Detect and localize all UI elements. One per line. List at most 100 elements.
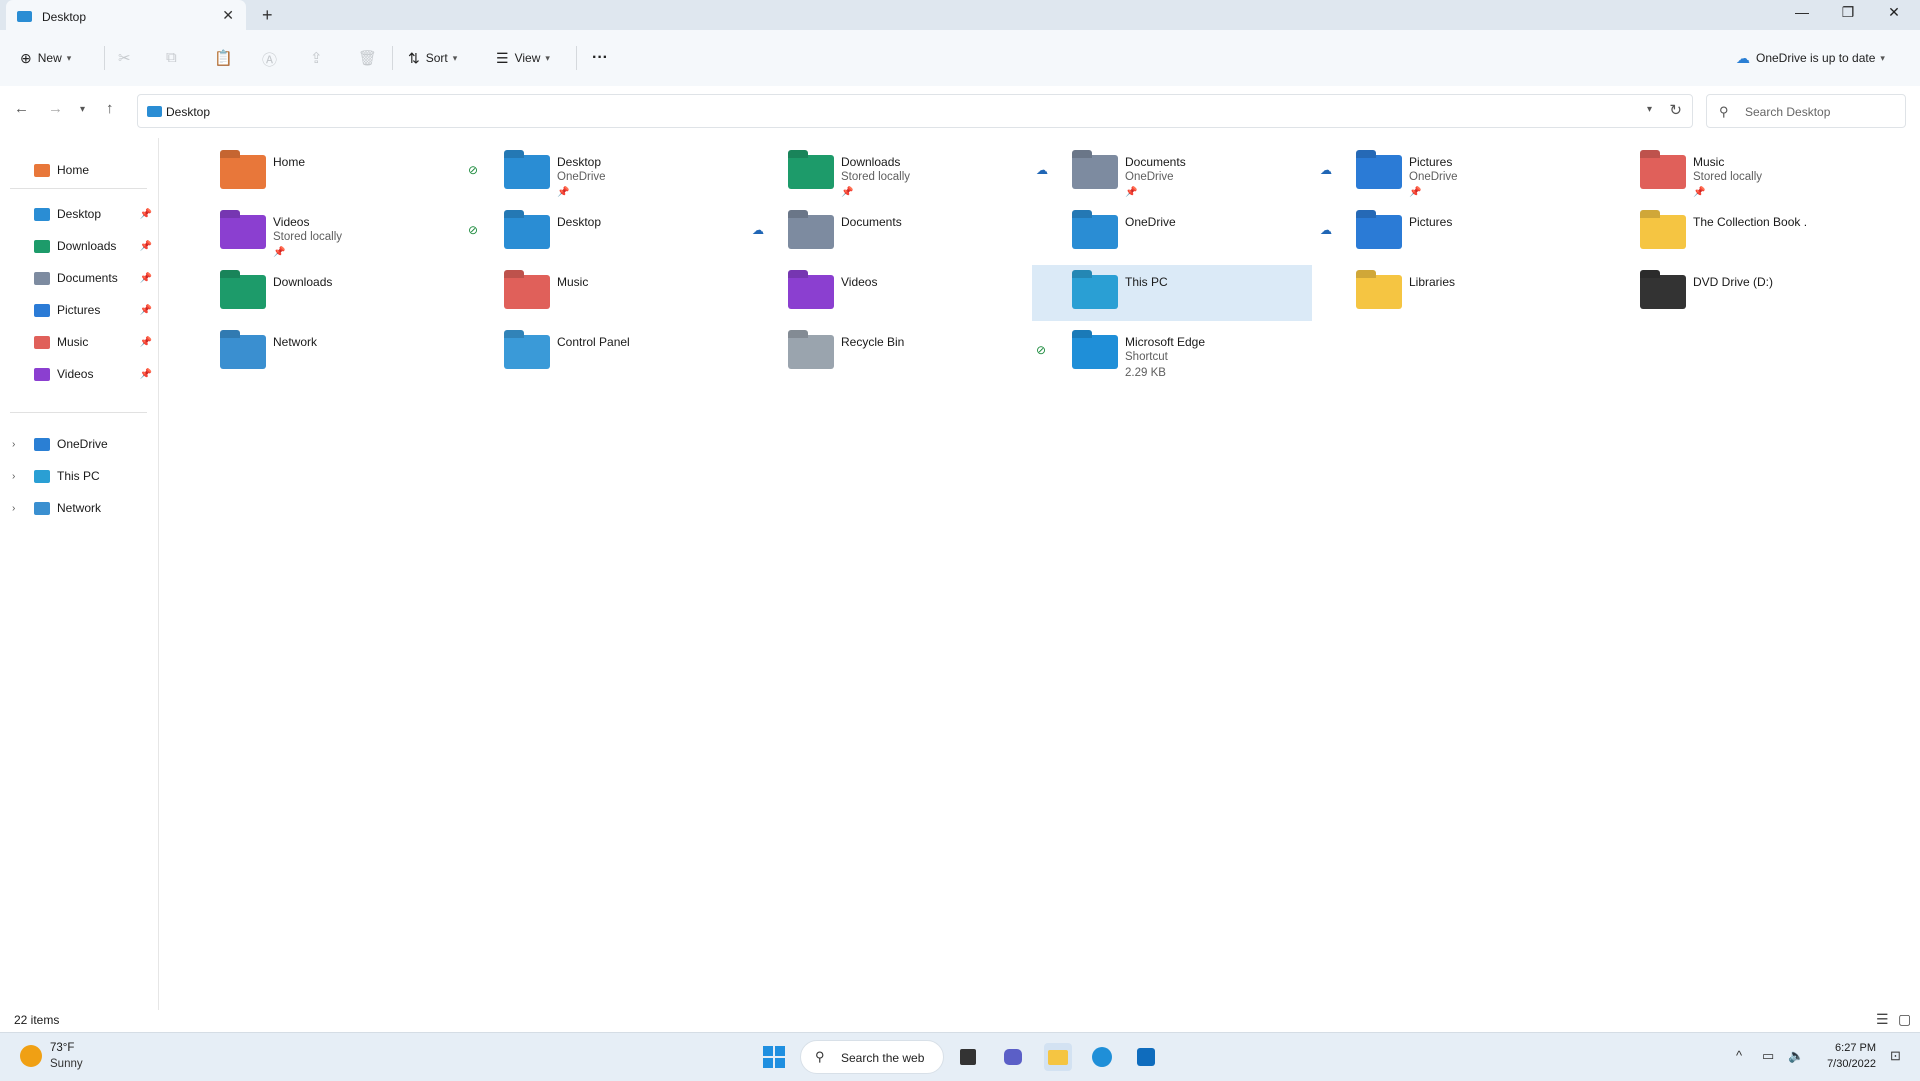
sidebar-item-this-pc[interactable]: › This PC	[0, 462, 158, 490]
view-button[interactable]: ☰ View ▾	[496, 30, 550, 86]
item-size: 2.29 KB	[1125, 367, 1166, 379]
pin-icon[interactable]: 📌	[140, 337, 152, 348]
sidebar-item-music[interactable]: Music 📌	[34, 328, 158, 356]
chevron-right-icon[interactable]: ›	[12, 439, 15, 450]
details-view-icon[interactable]: ☰	[1876, 1011, 1889, 1028]
list-item[interactable]: OneDrive	[1032, 205, 1312, 261]
copy-icon[interactable]: ⧉	[166, 49, 177, 66]
list-item[interactable]: Videos	[748, 265, 1028, 321]
address-bar[interactable]: Desktop ▾ ↻	[137, 94, 1693, 128]
documents-folder-icon	[1072, 151, 1120, 193]
list-item[interactable]: ☁ Documents OneDrive 📌	[1032, 145, 1312, 201]
restore-button[interactable]: ❐	[1826, 4, 1870, 21]
start-button[interactable]	[760, 1043, 788, 1071]
delete-icon[interactable]: 🗑	[358, 49, 377, 67]
downloads-folder-icon	[220, 271, 268, 313]
new-tab-button[interactable]: +	[262, 5, 273, 26]
list-item[interactable]: ☁ Pictures OneDrive 📌	[1316, 145, 1596, 201]
tab-desktop[interactable]: Desktop ✕	[6, 0, 246, 32]
up-arrow-icon[interactable]: ↑	[106, 100, 114, 117]
pin-icon[interactable]: 📌	[140, 273, 152, 284]
sidebar-item-label: Music	[57, 335, 89, 349]
task-view-button[interactable]	[954, 1043, 982, 1071]
control-panel-icon	[504, 331, 552, 373]
chevron-down-icon: ▾	[1880, 52, 1885, 63]
list-item[interactable]: ⊘ Microsoft Edge Shortcut 2.29 KB	[1032, 325, 1312, 381]
chat-button[interactable]	[999, 1043, 1027, 1071]
list-item[interactable]: ☁ Documents	[748, 205, 1028, 261]
sidebar-item-label: Desktop	[57, 207, 102, 221]
sidebar-item-desktop[interactable]: Desktop 📌	[34, 200, 158, 228]
edge-taskbar-button[interactable]	[1088, 1043, 1116, 1071]
list-item[interactable]: Music Stored locally 📌	[1600, 145, 1880, 201]
taskbar-search-box[interactable]: ⚲ Search the web	[800, 1040, 944, 1074]
share-icon[interactable]: ⇪	[310, 49, 323, 67]
list-item[interactable]: Videos Stored locally 📌	[180, 205, 460, 261]
notifications-icon[interactable]: ⊡	[1890, 1048, 1901, 1064]
list-item[interactable]: Downloads Stored locally 📌	[748, 145, 1028, 201]
pin-icon[interactable]: 📌	[140, 209, 152, 220]
file-explorer-taskbar-button[interactable]	[1044, 1043, 1072, 1071]
sidebar-item-pictures[interactable]: Pictures 📌	[34, 296, 158, 324]
list-item[interactable]: ☁ Pictures	[1316, 205, 1596, 261]
list-item[interactable]: Downloads	[180, 265, 460, 321]
list-item[interactable]: Recycle Bin	[748, 325, 1028, 381]
recent-locations-chevron-icon[interactable]: ▾	[80, 104, 85, 115]
sidebar-item-downloads[interactable]: Downloads 📌	[34, 232, 158, 260]
network-status-icon[interactable]: ▭	[1762, 1048, 1774, 1064]
sidebar-item-home[interactable]: Home	[34, 156, 158, 184]
chevron-right-icon[interactable]: ›	[12, 503, 15, 514]
list-item[interactable]: Libraries	[1316, 265, 1596, 321]
chevron-right-icon[interactable]: ›	[12, 471, 15, 482]
item-name: This PC	[1125, 275, 1168, 289]
item-name: Recycle Bin	[841, 335, 905, 349]
volume-icon[interactable]: 🔈	[1788, 1048, 1804, 1064]
item-detail: OneDrive	[1125, 171, 1174, 183]
more-options-button[interactable]: ···	[592, 30, 608, 86]
pin-icon: 📌	[1409, 187, 1422, 198]
onedrive-folder-icon	[1072, 211, 1120, 253]
refresh-icon[interactable]: ↻	[1669, 101, 1682, 119]
toolbar-divider	[576, 46, 577, 70]
cloud-status-icon: ☁	[1036, 163, 1048, 177]
list-item[interactable]: This PC	[1032, 265, 1312, 321]
paste-icon[interactable]: 📋	[214, 49, 233, 67]
cut-icon[interactable]: ✂	[118, 49, 131, 67]
tiles-view-icon[interactable]: ▢	[1898, 1011, 1911, 1028]
sidebar-item-network[interactable]: › Network	[0, 494, 158, 522]
sidebar-item-label: Documents	[57, 271, 118, 285]
tab-close-button[interactable]: ✕	[222, 7, 234, 24]
close-window-button[interactable]: ✕	[1872, 4, 1916, 21]
list-item[interactable]: Music	[464, 265, 744, 321]
item-detail: Stored locally	[1693, 171, 1763, 183]
forward-arrow-icon[interactable]: →	[48, 100, 63, 117]
list-item[interactable]: ⊘ Desktop	[464, 205, 744, 261]
sidebar-item-onedrive[interactable]: › OneDrive	[0, 430, 158, 458]
search-input[interactable]: ⚲ Search Desktop	[1706, 94, 1906, 128]
rename-icon[interactable]: Ⓐ	[262, 49, 277, 70]
pin-icon[interactable]: 📌	[140, 241, 152, 252]
pin-icon[interactable]: 📌	[140, 305, 152, 316]
list-item[interactable]: Network	[180, 325, 460, 381]
list-item[interactable]: Home	[180, 145, 460, 201]
show-hidden-icons-icon[interactable]: ^	[1736, 1048, 1742, 1063]
store-taskbar-button[interactable]	[1132, 1043, 1160, 1071]
list-item[interactable]: DVD Drive (D:)	[1600, 265, 1880, 321]
minimize-button[interactable]: —	[1780, 4, 1824, 20]
new-button[interactable]: ⊕ New ▾	[20, 30, 71, 86]
onedrive-status-button[interactable]: ☁ OneDrive is up to date ▾	[1736, 30, 1885, 86]
back-arrow-icon[interactable]: ←	[14, 100, 29, 117]
address-path[interactable]: Desktop	[166, 105, 210, 119]
edge-icon	[1072, 331, 1120, 373]
sidebar-item-videos[interactable]: Videos 📌	[34, 360, 158, 388]
sidebar-item-documents[interactable]: Documents 📌	[34, 264, 158, 292]
item-count: 22 items	[14, 1013, 60, 1027]
title-bar	[0, 0, 1920, 30]
list-item[interactable]: ⊘ Desktop OneDrive 📌	[464, 145, 744, 201]
list-item[interactable]: The Collection Book .	[1600, 205, 1880, 261]
sidebar-item-label: OneDrive	[57, 437, 108, 451]
list-item[interactable]: Control Panel	[464, 325, 744, 381]
pin-icon[interactable]: 📌	[140, 369, 152, 380]
sort-button[interactable]: ⇅ Sort ▾	[408, 30, 457, 86]
address-dropdown-icon[interactable]: ▾	[1647, 104, 1652, 115]
